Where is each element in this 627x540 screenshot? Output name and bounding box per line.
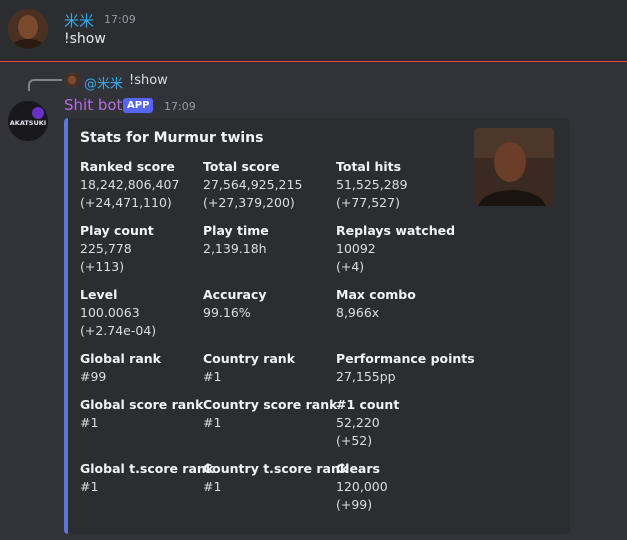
field-clears: Clears 120,000 (+99) <box>336 461 388 512</box>
bot-username[interactable]: Shit bot <box>64 96 122 114</box>
bot-avatar[interactable]: AKATSUKI <box>8 101 48 141</box>
user-avatar[interactable] <box>8 9 48 49</box>
field-play-count: Play count 225,778 (+113) <box>80 223 154 274</box>
reply-spine <box>28 79 62 91</box>
field-play-time: Play time 2,139.18h <box>203 223 269 256</box>
embed-thumbnail[interactable] <box>474 128 554 206</box>
field-global-rank: Global rank #99 <box>80 351 161 384</box>
field-country-rank: Country rank #1 <box>203 351 296 384</box>
field-level: Level 100.0063 (+2.74e-04) <box>80 287 157 338</box>
field-country-score-rank: Country score rank #1 <box>203 397 338 430</box>
reply-username[interactable]: @米米 <box>84 73 123 92</box>
field-country-tscore-rank: Country t.score rank #1 <box>203 461 349 494</box>
app-badge: APP <box>123 98 154 113</box>
message-timestamp: 17:09 <box>104 13 136 26</box>
field-ranked-score: Ranked score 18,242,806,407 (+24,471,110… <box>80 159 180 210</box>
field-replays-watched: Replays watched 10092 (+4) <box>336 223 456 274</box>
new-messages-divider <box>0 61 627 62</box>
field-global-tscore-rank: Global t.score rank #1 <box>80 461 215 494</box>
field-accuracy: Accuracy 99.16% <box>203 287 267 320</box>
reply-content[interactable]: !show <box>129 73 168 88</box>
bot-avatar-text: AKATSUKI <box>10 119 46 127</box>
embed-title: Stats for Murmur twins <box>80 130 264 146</box>
message-username[interactable]: 米米 <box>64 10 94 31</box>
stats-embed: Stats for Murmur twins Ranked score 18,2… <box>64 118 570 534</box>
bot-timestamp: 17:09 <box>164 100 196 113</box>
field-performance-points: Performance points 27,155pp <box>336 351 475 384</box>
field-first-count: #1 count 52,220 (+52) <box>336 397 400 448</box>
user-message: 米米 17:09 !show <box>0 0 627 62</box>
reply-avatar <box>65 73 79 87</box>
message-content: !show <box>64 31 106 47</box>
field-total-score: Total score 27,564,925,215 (+27,379,200) <box>203 159 303 210</box>
field-total-hits: Total hits 51,525,289 (+77,527) <box>336 159 408 210</box>
field-max-combo: Max combo 8,966x <box>336 287 416 320</box>
field-global-score-rank: Global score rank #1 <box>80 397 204 430</box>
